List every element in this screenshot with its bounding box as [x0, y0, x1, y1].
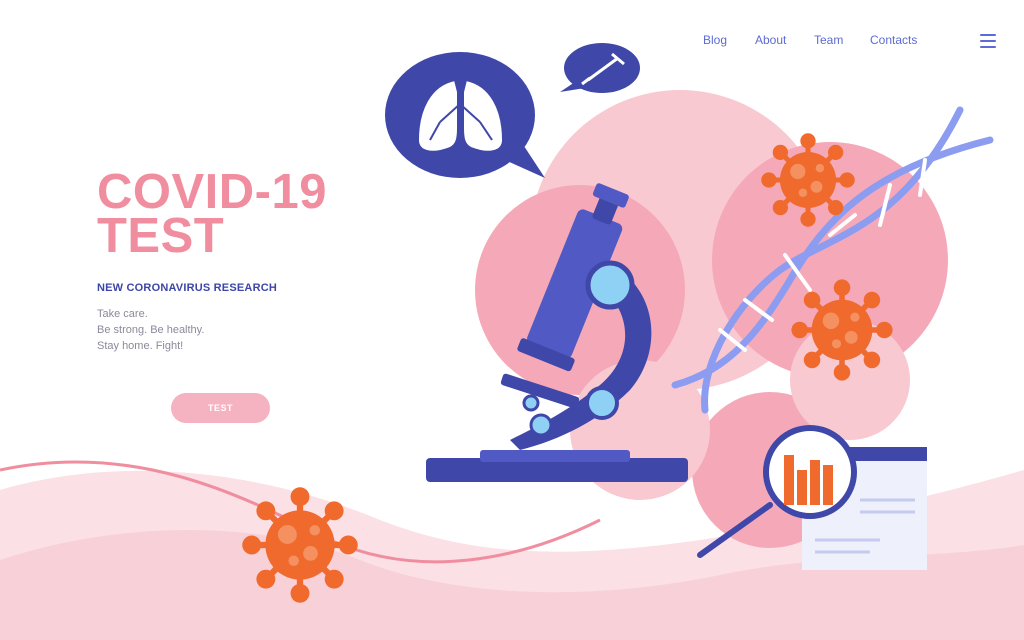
virus-icon — [791, 279, 893, 381]
hero-body-text: Take care. Be strong. Be healthy. Stay h… — [97, 306, 204, 354]
page-title: COVID-19 TEST — [97, 165, 328, 263]
lungs-speech-bubble — [385, 52, 545, 178]
nav-link-blog[interactable]: Blog — [703, 33, 727, 47]
body-line-2: Be strong. Be healthy. — [97, 324, 205, 336]
title-line-2: TEST — [97, 209, 225, 263]
hamburger-menu-icon[interactable] — [980, 34, 996, 48]
virus-icon — [761, 133, 855, 227]
syringe-speech-bubble — [560, 43, 640, 93]
nav-link-contacts[interactable]: Contacts — [870, 33, 930, 47]
test-button[interactable]: TEST — [171, 393, 270, 423]
body-line-1: Take care. — [97, 308, 148, 320]
hero-subtitle: NEW CORONAVIRUS RESEARCH — [97, 282, 277, 294]
title-line-1: COVID-19 — [97, 165, 328, 219]
nav-link-about[interactable]: About — [755, 33, 786, 47]
body-line-3: Stay home. Fight! — [97, 340, 184, 352]
nav-link-team[interactable]: Team — [814, 33, 843, 47]
virus-icon — [242, 487, 358, 603]
